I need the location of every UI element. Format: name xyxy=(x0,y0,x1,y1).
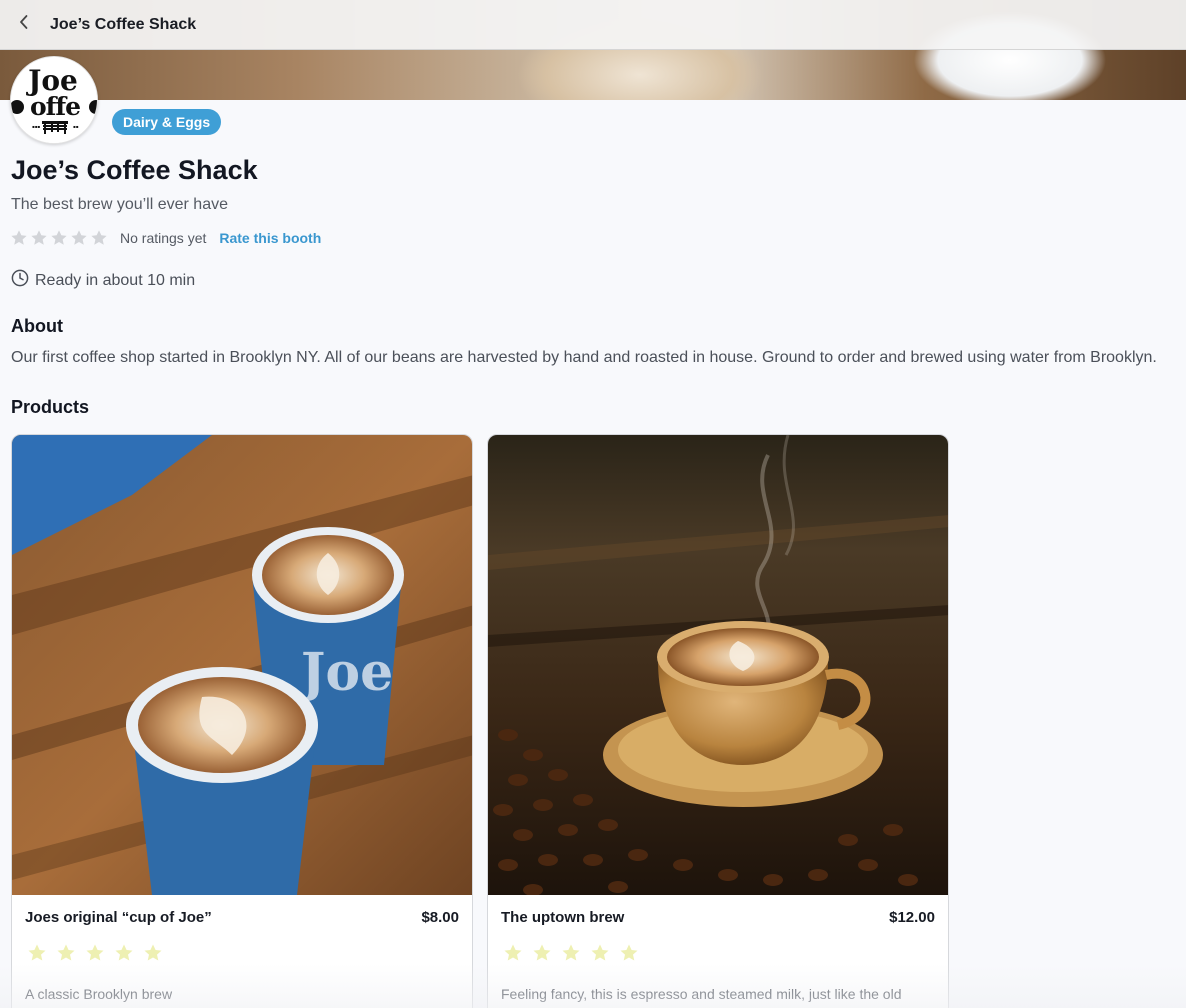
star-icon[interactable] xyxy=(90,229,108,247)
booth-logo: Joe offe ▪▪▪ ▪▪ xyxy=(10,56,98,144)
product-card[interactable]: The uptown brew $12.00 Feeling fancy, th… xyxy=(487,434,949,1008)
nav-title: Joe’s Coffee Shack xyxy=(50,15,197,33)
star-icon[interactable] xyxy=(50,229,68,247)
ready-time-text: Ready in about 10 min xyxy=(35,271,196,289)
svg-text:▪▪: ▪▪ xyxy=(73,124,79,129)
product-image: Joe xyxy=(12,435,472,895)
booth-detail-page: Joe’s Coffee Shack Joe offe ▪▪▪ ▪▪ Dairy… xyxy=(0,0,1186,1008)
category-badge: Dairy & Eggs xyxy=(112,109,222,135)
product-name: The uptown brew xyxy=(501,909,625,926)
star-icon xyxy=(590,943,610,963)
star-icon[interactable] xyxy=(70,229,88,247)
product-card[interactable]: Joe Joes original “cup of Joe” $8.00 A c… xyxy=(11,434,473,1008)
svg-text:offe: offe xyxy=(30,92,80,121)
booth-name: Joe’s Coffee Shack xyxy=(11,155,258,185)
product-name: Joes original “cup of Joe” xyxy=(25,909,212,926)
product-description: Feeling fancy, this is espresso and stea… xyxy=(501,986,902,1002)
product-image xyxy=(488,435,948,895)
star-icon xyxy=(56,943,76,963)
star-icon xyxy=(619,943,639,963)
product-rating xyxy=(27,943,163,963)
rating-status: No ratings yet xyxy=(120,230,207,246)
rating-row: No ratings yet Rate this booth xyxy=(10,228,321,248)
star-icon xyxy=(503,943,523,963)
product-price: $8.00 xyxy=(421,909,459,926)
product-description: A classic Brooklyn brew xyxy=(25,986,173,1002)
rating-stars[interactable] xyxy=(10,229,108,247)
about-text: Our first coffee shop started in Brookly… xyxy=(11,349,1157,366)
about-heading: About xyxy=(11,316,63,336)
star-icon xyxy=(561,943,581,963)
chevron-left-icon xyxy=(18,14,30,35)
star-icon xyxy=(532,943,552,963)
svg-text:▪▪▪: ▪▪▪ xyxy=(32,124,40,129)
clock-icon xyxy=(11,269,29,292)
star-icon[interactable] xyxy=(30,229,48,247)
star-icon xyxy=(143,943,163,963)
products-heading: Products xyxy=(11,397,90,417)
back-button[interactable] xyxy=(0,4,48,46)
star-icon xyxy=(85,943,105,963)
product-price: $12.00 xyxy=(889,909,935,926)
star-icon xyxy=(114,943,134,963)
cup-print: Joe xyxy=(297,642,393,703)
rate-booth-link[interactable]: Rate this booth xyxy=(219,230,321,246)
product-rating xyxy=(503,943,639,963)
top-nav-bar: Joe’s Coffee Shack xyxy=(0,0,1186,50)
ready-time: Ready in about 10 min xyxy=(11,269,195,292)
star-icon[interactable] xyxy=(10,229,28,247)
booth-tagline: The best brew you’ll ever have xyxy=(11,196,228,213)
star-icon xyxy=(27,943,47,963)
